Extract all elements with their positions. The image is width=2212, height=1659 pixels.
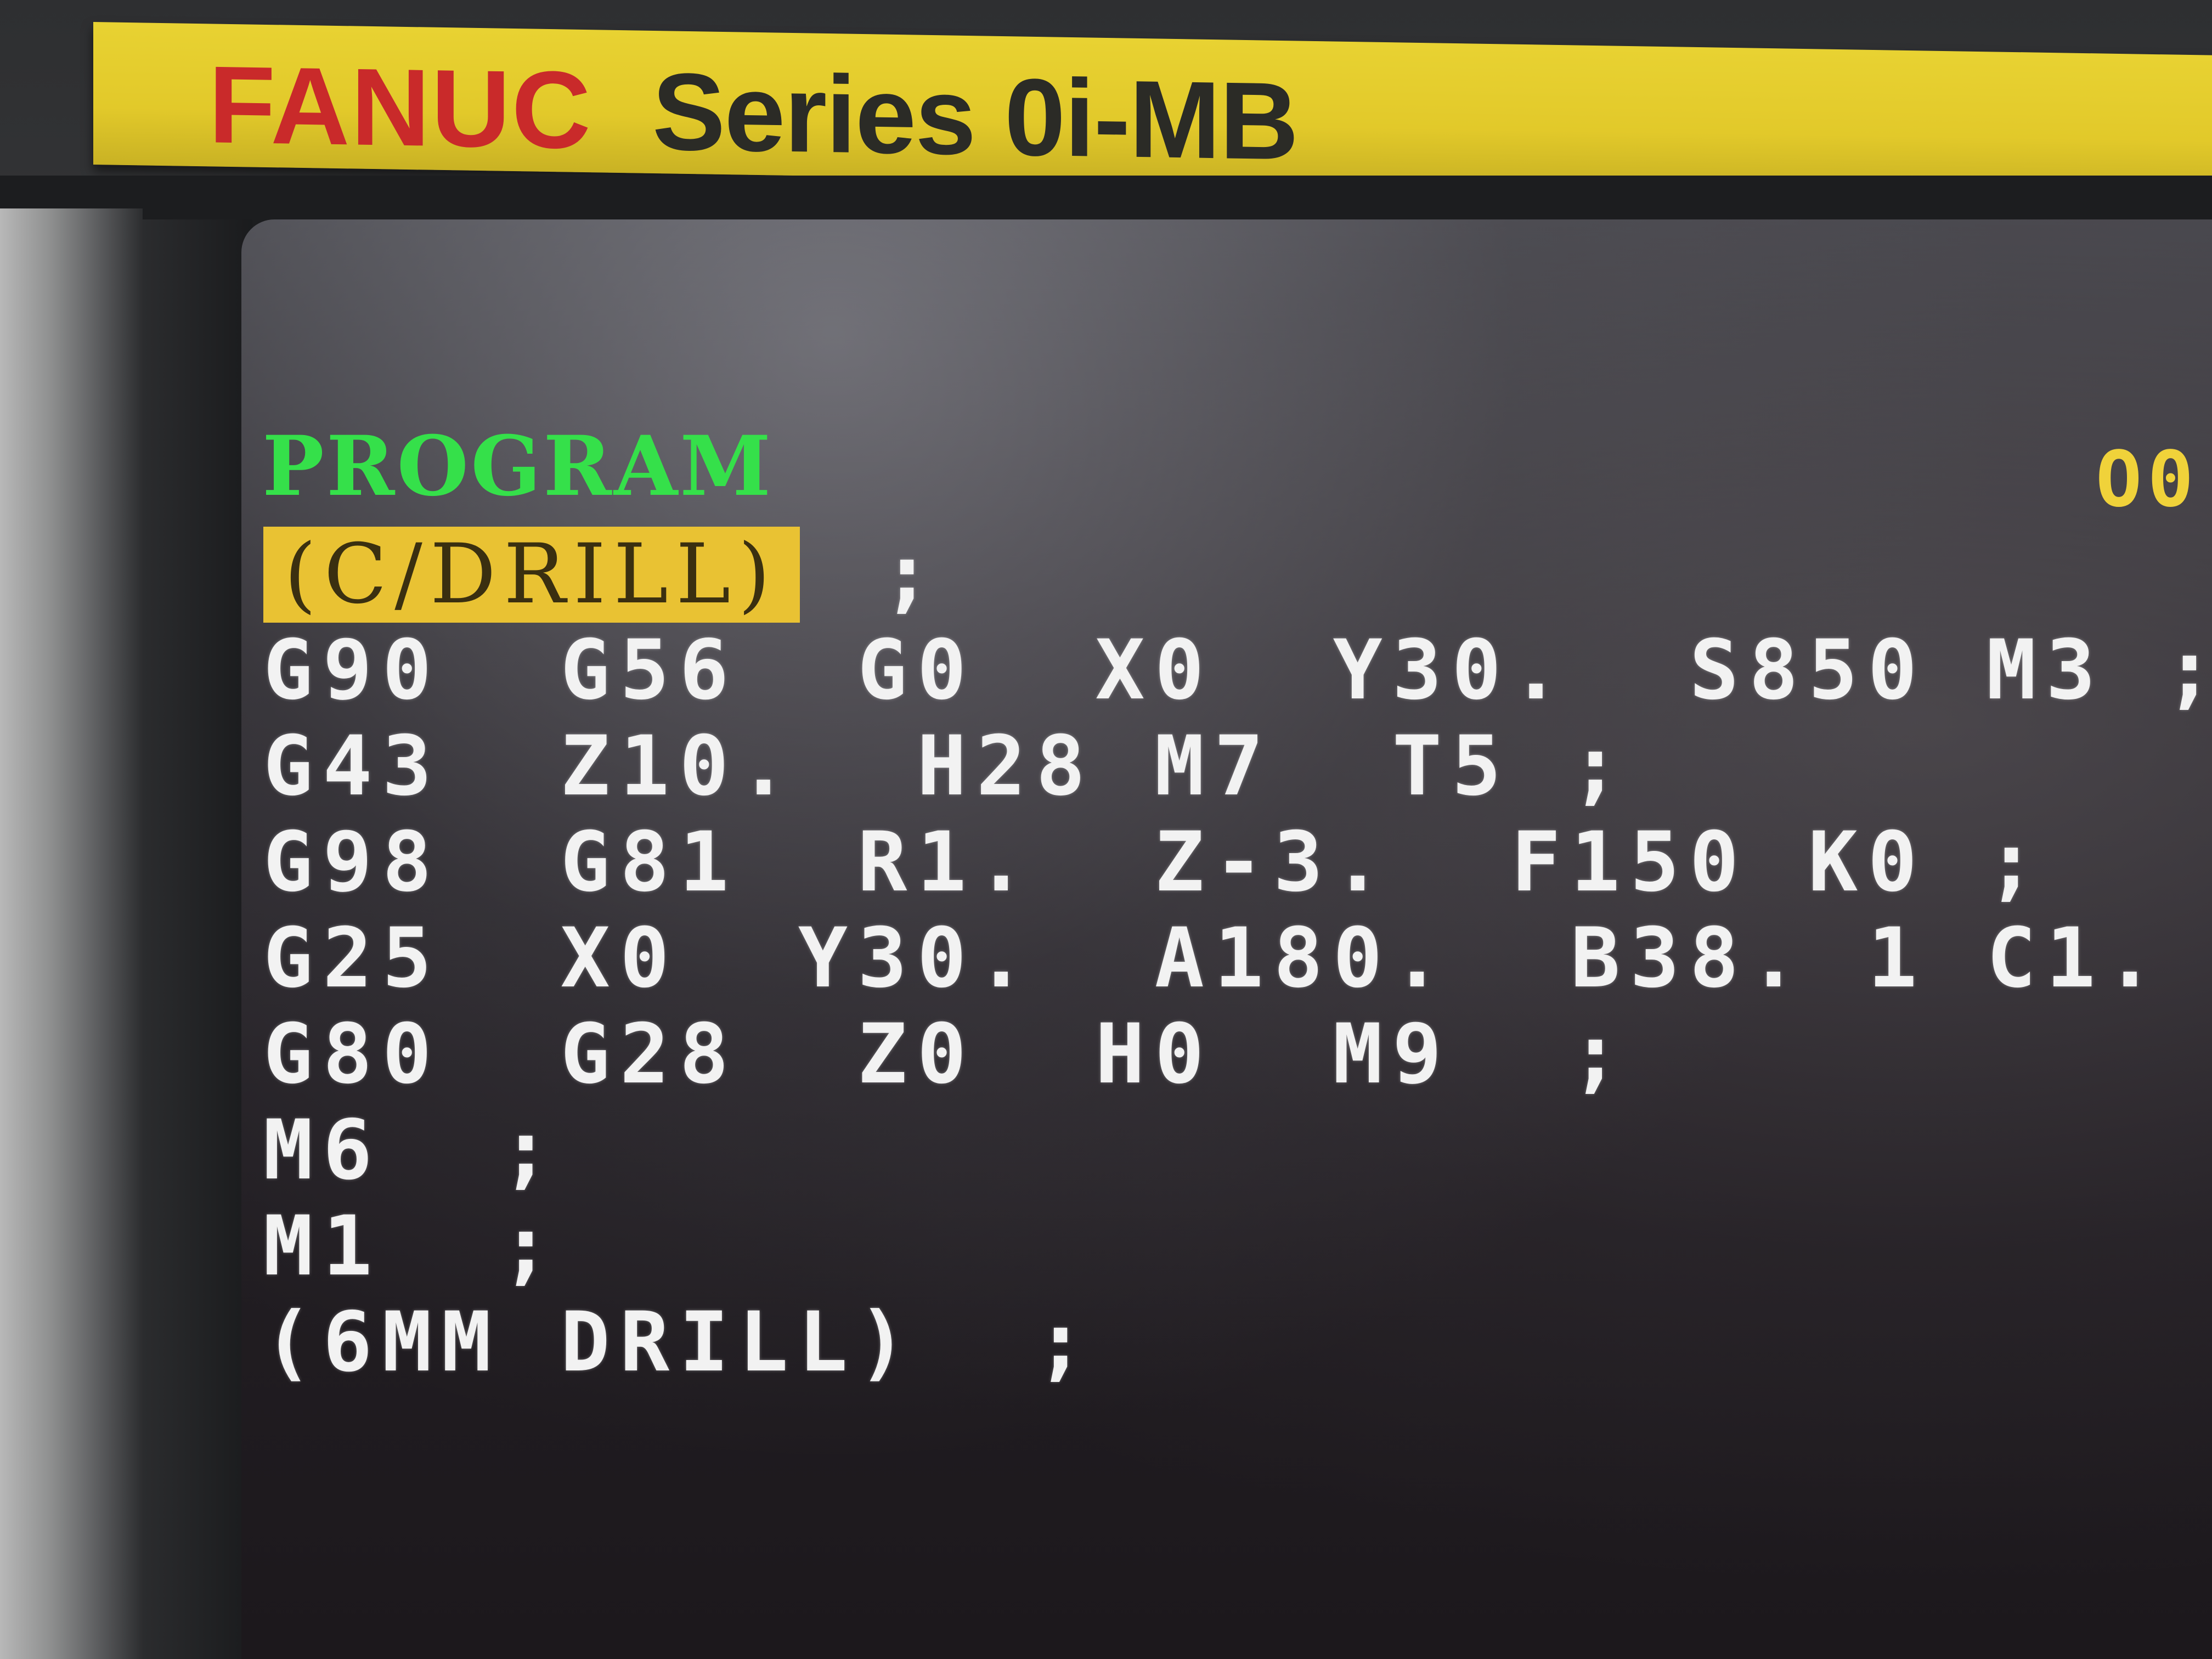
brand-model: Series 0i-MB <box>652 50 1298 183</box>
program-listing: (C/DRILL) ; G90 G56 G0 X0 Y30. S850 M3 ;… <box>263 527 2212 1391</box>
program-number: O0 <box>2096 435 2199 524</box>
end-of-block: ; <box>882 527 942 622</box>
brand-maker: FANUC <box>208 43 592 172</box>
program-line[interactable]: M6 ; <box>263 1103 2183 1199</box>
program-line[interactable]: M1 ; <box>263 1199 2183 1295</box>
left-bezel-edge <box>0 208 143 1659</box>
program-line[interactable]: G43 Z10. H28 M7 T5 ; <box>263 719 2183 815</box>
program-line-current[interactable]: (C/DRILL) ; <box>263 527 2183 623</box>
cursor-highlight[interactable]: (C/DRILL) <box>263 527 800 623</box>
left-bezel-inner <box>143 219 252 1659</box>
cnc-display: PROGRAM O0 (C/DRILL) ; G90 G56 G0 X0 Y30… <box>241 219 2212 1659</box>
program-line[interactable]: G80 G28 Z0 H0 M9 ; <box>263 1007 2183 1103</box>
program-line[interactable]: G98 G81 R1. Z-3. F150 K0 ; <box>263 815 2183 911</box>
program-line[interactable]: G25 X0 Y30. A180. B38. 1 C1. ; <box>263 911 2183 1007</box>
program-line[interactable]: (6MM DRILL) ; <box>263 1295 2183 1391</box>
brand-logo: FANUC Series 0i-MB <box>208 43 1297 183</box>
program-line[interactable]: G90 G56 G0 X0 Y30. S850 M3 ; <box>263 623 2212 719</box>
screen-title: PROGRAM <box>262 418 774 515</box>
